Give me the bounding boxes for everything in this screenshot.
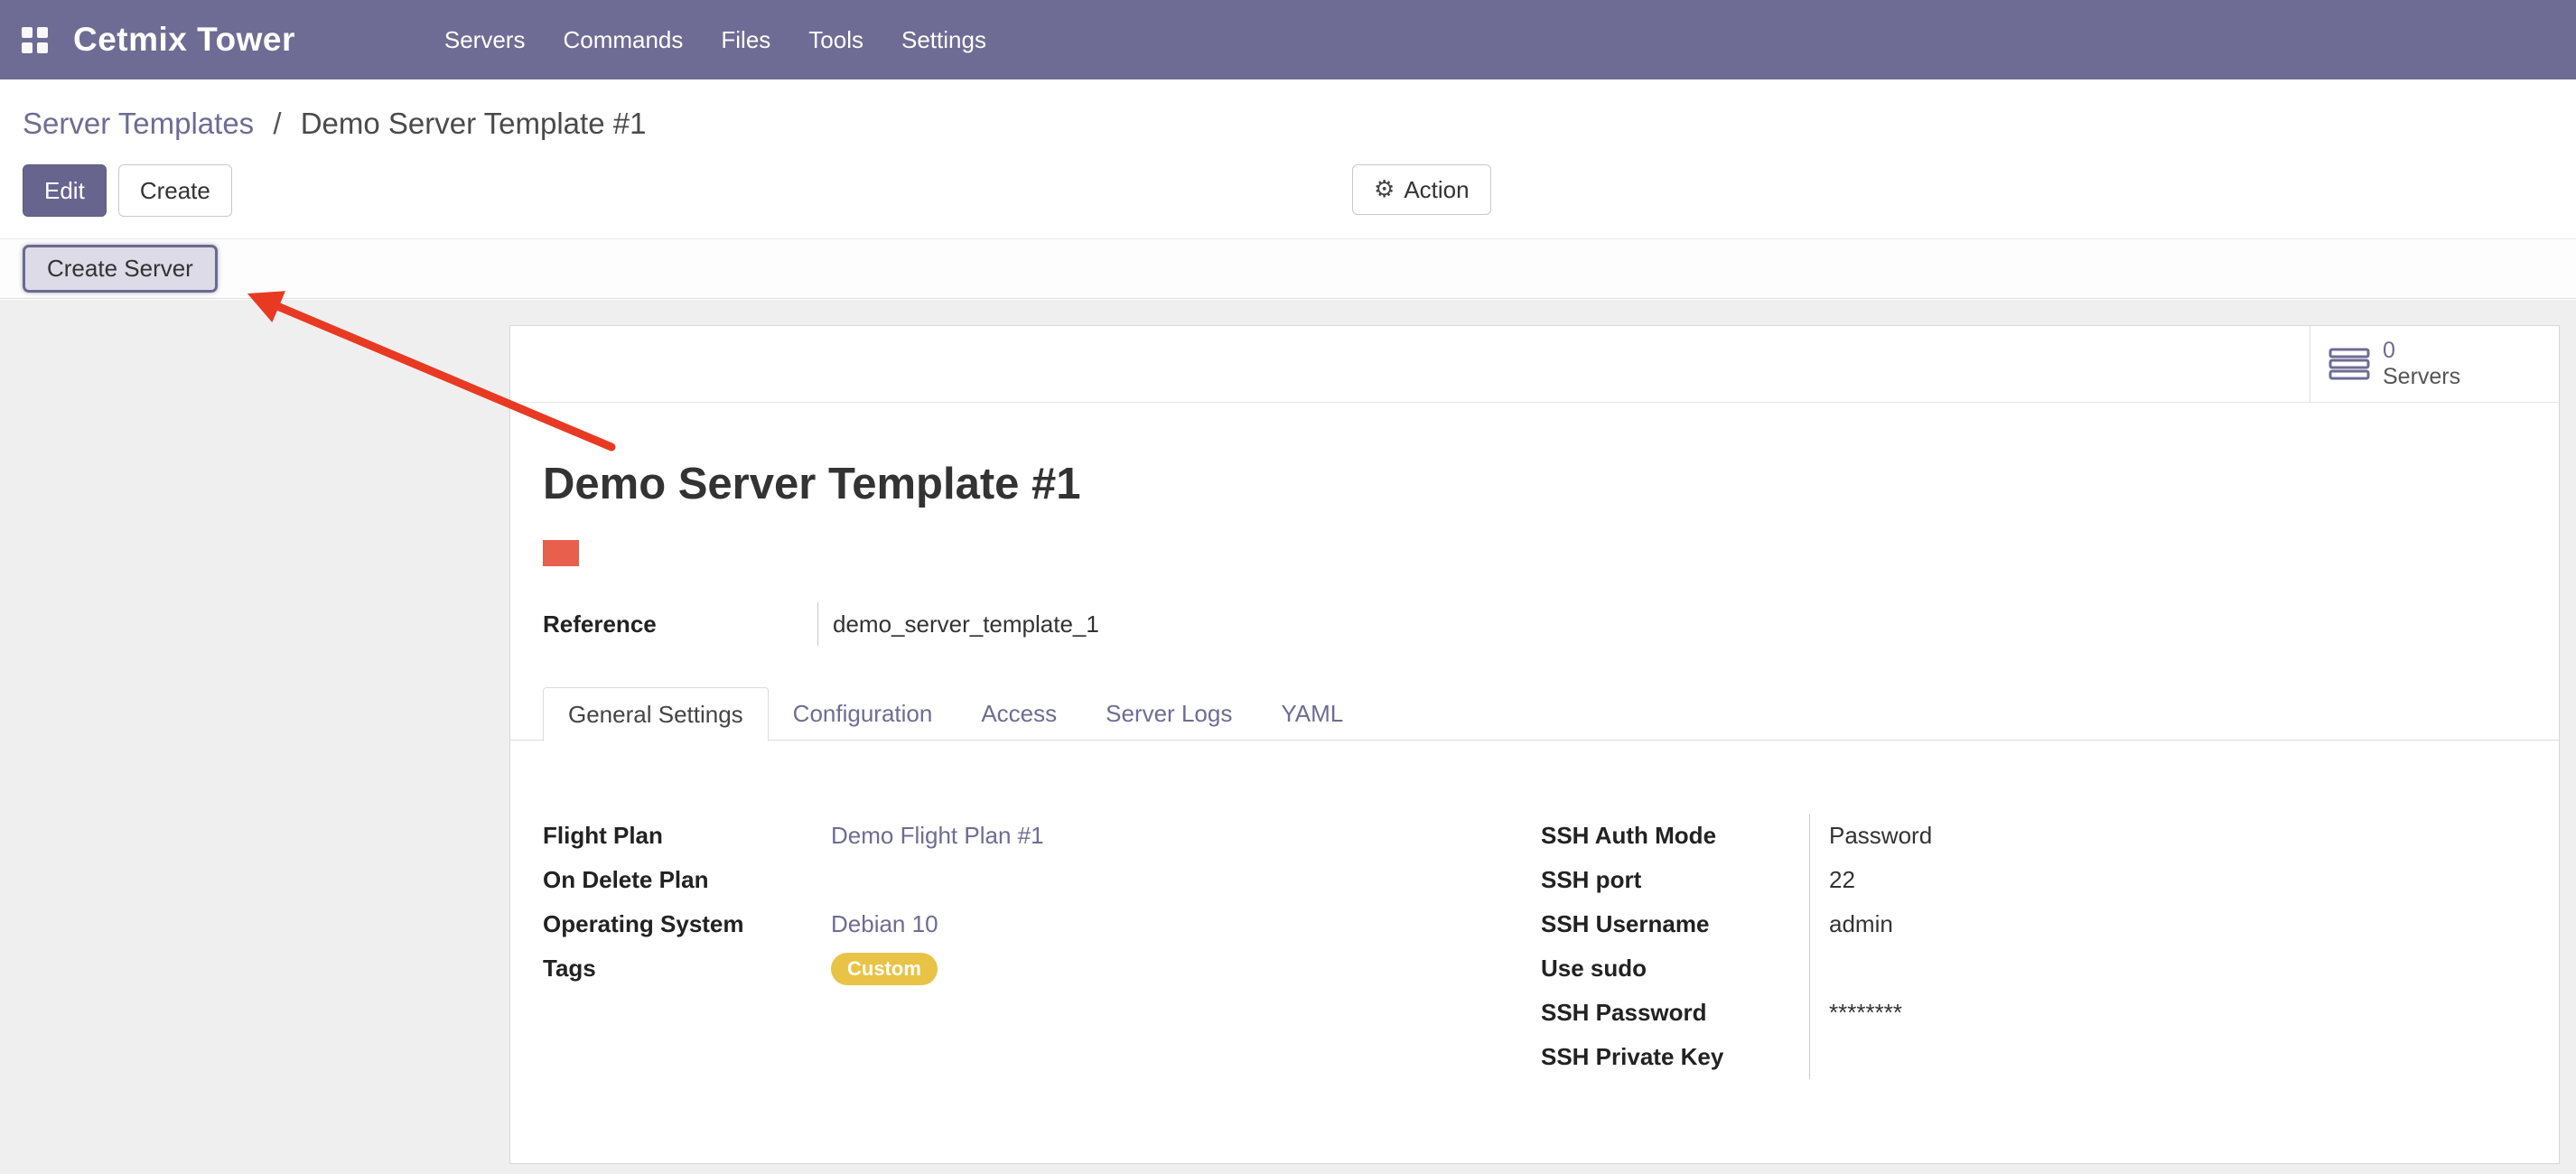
stat-count: 0: [2383, 338, 2460, 364]
operating-system-label: Operating System: [543, 902, 831, 946]
statusbar-strip: Create Server: [0, 238, 2576, 299]
toolbar: Edit Create ⚙ Action: [23, 164, 2552, 217]
tab-general-settings[interactable]: General Settings: [543, 687, 769, 741]
ssh-private-key-label: SSH Private Key: [1541, 1035, 1809, 1079]
ssh-auth-mode-label: SSH Auth Mode: [1541, 814, 1809, 858]
ssh-username-value: admin: [1829, 902, 2116, 946]
app-title[interactable]: Cetmix Tower: [73, 21, 295, 59]
tag-badge-custom: Custom: [831, 953, 938, 985]
ssh-port-value: 22: [1829, 858, 2116, 902]
ssh-password-value: ********: [1829, 991, 2116, 1035]
breadcrumb: Server Templates / Demo Server Template …: [23, 107, 646, 141]
apps-grid-icon[interactable]: [22, 27, 48, 53]
reference-value: demo_server_template_1: [817, 602, 1099, 646]
top-nav-bar: Cetmix Tower Servers Commands Files Tool…: [0, 0, 2576, 79]
on-delete-plan-label: On Delete Plan: [543, 858, 831, 902]
servers-icon: [2329, 347, 2370, 381]
record-title: Demo Server Template #1: [543, 459, 1081, 509]
flight-plan-value-link[interactable]: Demo Flight Plan #1: [831, 822, 1044, 850]
tab-server-logs[interactable]: Server Logs: [1081, 687, 1256, 741]
main-menu: Servers Commands Files Tools Settings: [444, 26, 986, 54]
field-group-left: Flight Plan On Delete Plan Operating Sys…: [543, 814, 1044, 991]
tab-access[interactable]: Access: [957, 687, 1081, 741]
flight-plan-label: Flight Plan: [543, 814, 831, 858]
servers-stat-button[interactable]: 0 Servers: [2310, 326, 2559, 402]
notebook-tabs: General Settings Configuration Access Se…: [543, 687, 1367, 741]
nav-item-tools[interactable]: Tools: [808, 26, 863, 54]
ssh-private-key-value: [1829, 1035, 2116, 1079]
breadcrumb-current: Demo Server Template #1: [301, 107, 647, 140]
field-group-right: SSH Auth Mode SSH port SSH Username Use …: [1541, 814, 2116, 1079]
control-panel: Server Templates / Demo Server Template …: [0, 79, 2576, 238]
create-server-button[interactable]: Create Server: [23, 245, 218, 293]
action-button[interactable]: ⚙ Action: [1352, 164, 1491, 215]
tags-label: Tags: [543, 946, 831, 991]
operating-system-value-link[interactable]: Debian 10: [831, 910, 938, 938]
tab-yaml[interactable]: YAML: [1256, 687, 1367, 741]
nav-item-servers[interactable]: Servers: [444, 26, 526, 54]
color-swatch: [543, 540, 579, 566]
action-button-label: Action: [1404, 175, 1469, 204]
nav-item-files[interactable]: Files: [721, 26, 770, 54]
create-button[interactable]: Create: [118, 164, 232, 217]
ssh-port-label: SSH port: [1541, 858, 1809, 902]
reference-field: Reference demo_server_template_1: [543, 602, 1099, 646]
ssh-password-label: SSH Password: [1541, 991, 1809, 1035]
reference-label: Reference: [543, 602, 817, 646]
stat-text: 0 Servers: [2383, 338, 2460, 390]
edit-button[interactable]: Edit: [23, 164, 107, 217]
ribbon-divider: [510, 402, 2559, 403]
breadcrumb-separator: /: [273, 107, 281, 140]
form-sheet: 0 Servers Demo Server Template #1 Refere…: [509, 325, 2560, 1164]
use-sudo-value: [1829, 946, 2116, 991]
use-sudo-label: Use sudo: [1541, 946, 1809, 991]
gear-icon: ⚙: [1374, 175, 1395, 204]
nav-item-commands[interactable]: Commands: [563, 26, 683, 54]
content-area: 0 Servers Demo Server Template #1 Refere…: [0, 300, 2576, 1174]
nav-item-settings[interactable]: Settings: [901, 26, 986, 54]
tab-configuration[interactable]: Configuration: [769, 687, 957, 741]
stat-label: Servers: [2383, 364, 2460, 390]
breadcrumb-parent-link[interactable]: Server Templates: [23, 107, 254, 140]
ssh-auth-mode-value: Password: [1829, 814, 2116, 858]
ssh-username-label: SSH Username: [1541, 902, 1809, 946]
